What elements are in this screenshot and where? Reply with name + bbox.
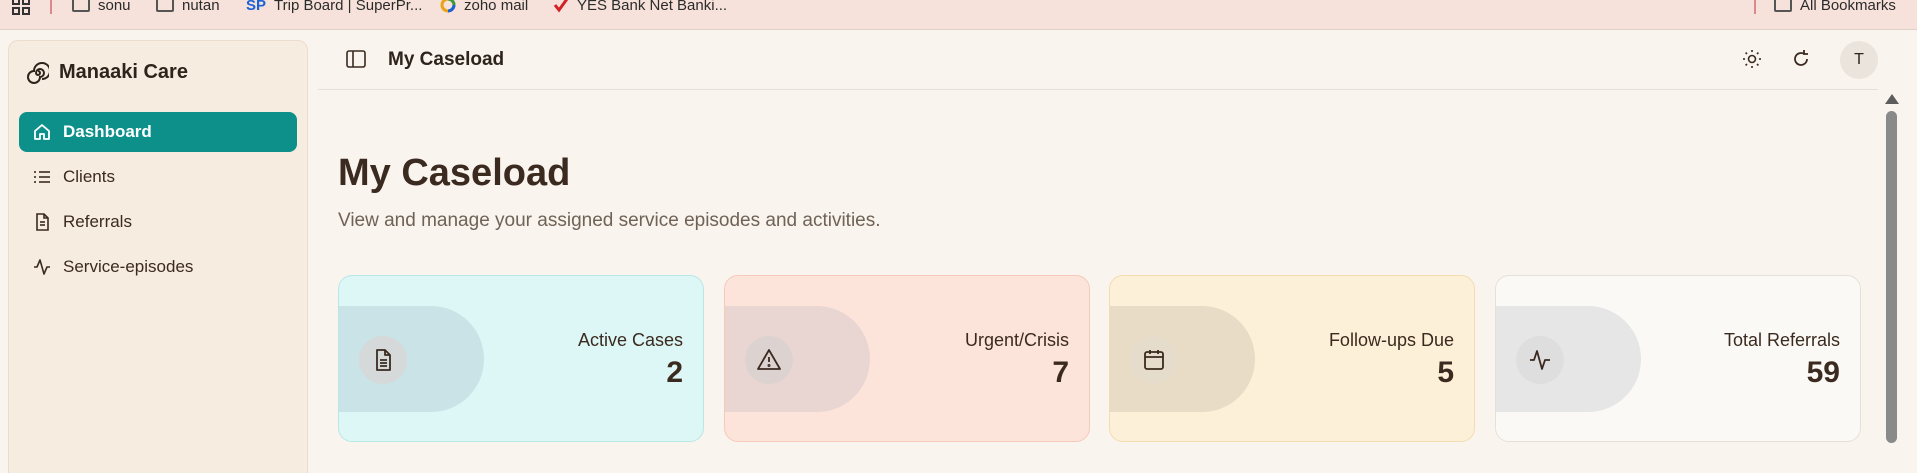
- stat-card-follow-ups-due[interactable]: Follow-ups Due 5: [1109, 275, 1475, 442]
- brand[interactable]: Manaaki Care: [27, 61, 188, 84]
- card-value: 59: [1806, 356, 1840, 389]
- bookmark-sonu[interactable]: sonu: [72, 0, 131, 14]
- header-divider: [318, 89, 1878, 90]
- page-subtitle: View and manage your assigned service ep…: [338, 210, 881, 231]
- sidebar-item-label: Service-episodes: [63, 257, 194, 276]
- bookmarks-separator: [50, 0, 52, 14]
- card-icon-badge: [1516, 336, 1564, 384]
- sidebar-toggle-icon[interactable]: [345, 48, 367, 70]
- all-bookmarks[interactable]: All Bookmarks: [1774, 0, 1896, 14]
- activity-icon: [34, 259, 50, 275]
- sp-icon: SP: [246, 0, 267, 14]
- all-bookmarks-label: All Bookmarks: [1800, 0, 1896, 14]
- sidebar-item-clients[interactable]: Clients: [19, 157, 297, 197]
- sun-icon[interactable]: [1741, 48, 1763, 70]
- apps-grid-icon[interactable]: [12, 0, 30, 15]
- bookmark-trip-board[interactable]: SP Trip Board | SuperPr...: [246, 0, 423, 14]
- stat-card-total-referrals[interactable]: Total Referrals 59: [1495, 275, 1861, 442]
- folder-icon: [1774, 0, 1792, 12]
- card-icon-badge: [1130, 336, 1178, 384]
- scroll-up-arrow-icon[interactable]: [1885, 94, 1899, 104]
- bookmark-label: zoho mail: [464, 0, 529, 14]
- bookmark-zoho-mail[interactable]: zoho mail: [440, 0, 529, 14]
- document-icon: [36, 213, 49, 231]
- card-label: Follow-ups Due: [1328, 330, 1454, 350]
- card-label: Active Cases: [577, 330, 683, 350]
- sidebar-item-service-episodes[interactable]: Service-episodes: [19, 247, 297, 287]
- sidebar-item-referrals[interactable]: Referrals: [19, 202, 297, 242]
- bookmark-nutan[interactable]: nutan: [156, 0, 220, 14]
- page-title: My Caseload: [338, 152, 571, 194]
- sidebar: Manaaki Care Dashboard Clients Referrals…: [8, 40, 308, 473]
- sidebar-item-label: Referrals: [63, 212, 132, 231]
- sidebar-item-label: Clients: [63, 167, 115, 186]
- header-title: My Caseload: [388, 49, 505, 70]
- bookmark-label: sonu: [98, 0, 131, 14]
- card-value: 5: [1437, 356, 1454, 389]
- home-icon: [34, 124, 50, 140]
- folder-icon: [72, 0, 90, 12]
- scrollbar-thumb[interactable]: [1886, 111, 1897, 443]
- sidebar-item-label: Dashboard: [63, 122, 152, 141]
- alert-triangle-icon: [757, 349, 781, 370]
- card-value: 2: [666, 356, 683, 389]
- bookmarks-separator: [1754, 0, 1756, 14]
- bookmark-label: YES Bank Net Banki...: [577, 0, 728, 14]
- card-icon-badge: [745, 336, 793, 384]
- folder-icon: [156, 0, 174, 12]
- brand-name: Manaaki Care: [59, 61, 188, 83]
- list-icon: [34, 171, 50, 183]
- calendar-icon: [1144, 350, 1164, 370]
- bookmark-label: Trip Board | SuperPr...: [274, 0, 423, 14]
- spiral-logo-icon: [27, 61, 49, 84]
- bookmark-yes-bank[interactable]: YES Bank Net Banki...: [553, 0, 728, 14]
- card-value: 7: [1052, 356, 1069, 389]
- card-icon-badge: [359, 336, 407, 384]
- zoho-icon: [440, 0, 456, 13]
- card-label: Urgent/Crisis: [964, 330, 1069, 350]
- sidebar-item-dashboard[interactable]: Dashboard: [19, 112, 297, 152]
- activity-icon: [1530, 350, 1550, 370]
- stat-card-active-cases[interactable]: Active Cases 2: [338, 275, 704, 442]
- avatar[interactable]: T: [1840, 41, 1878, 79]
- refresh-icon[interactable]: [1790, 48, 1812, 70]
- bookmarks-bar: sonu nutan SP Trip Board | SuperPr... zo…: [0, 0, 1917, 30]
- file-text-icon: [376, 349, 391, 371]
- stat-card-urgent-crisis[interactable]: Urgent/Crisis 7: [724, 275, 1090, 442]
- bookmark-label: nutan: [182, 0, 220, 14]
- card-label: Total Referrals: [1723, 330, 1840, 350]
- yes-bank-icon: [553, 0, 569, 13]
